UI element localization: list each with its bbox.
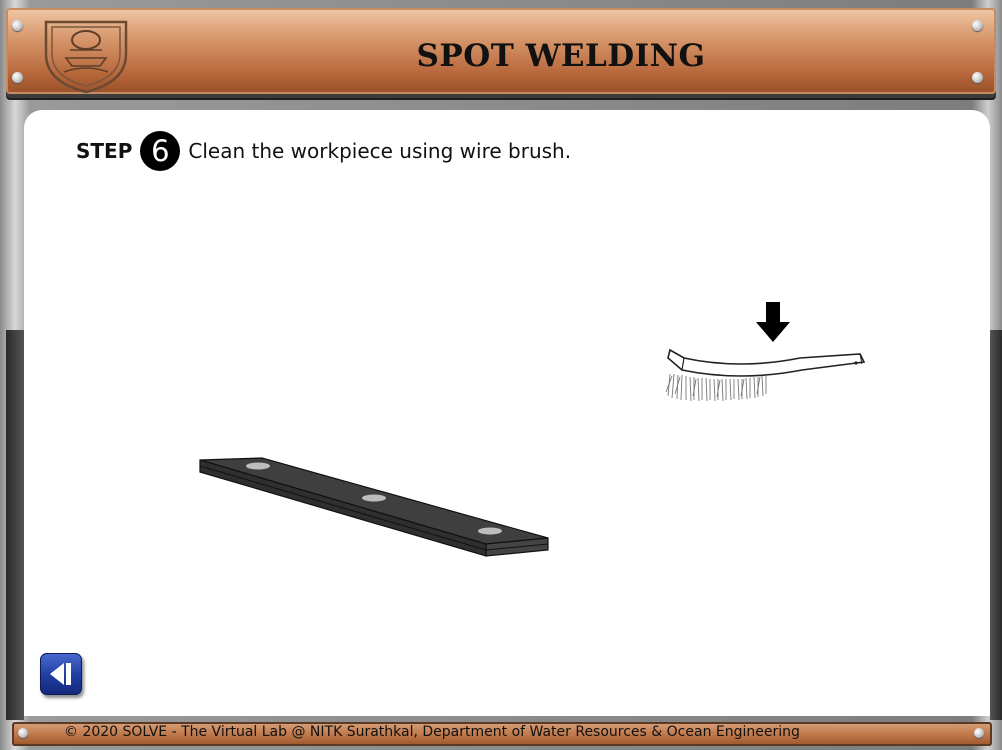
step-instruction: STEP 6 Clean the workpiece using wire br…: [76, 130, 571, 172]
step-text: Clean the workpiece using wire brush.: [188, 139, 572, 163]
rivet-icon: [974, 728, 984, 738]
footer-bar: © 2020 SOLVE - The Virtual Lab @ NITK Su…: [12, 722, 992, 746]
rivet-icon: [18, 728, 28, 738]
rivet-icon: [12, 20, 23, 31]
panel-edge-right: [990, 330, 1002, 720]
header-bar: SPOT WELDING: [6, 8, 996, 94]
page-title: SPOT WELDING: [416, 38, 706, 74]
panel-edge-left: [6, 330, 24, 720]
content-panel: [24, 110, 990, 716]
footer-copyright: © 2020 SOLVE - The Virtual Lab @ NITK Su…: [64, 724, 800, 740]
workpiece-strip-icon[interactable]: [196, 452, 556, 568]
back-button[interactable]: [40, 653, 82, 695]
rivet-icon: [972, 20, 983, 31]
back-icon: [50, 663, 71, 685]
wire-brush-icon[interactable]: [660, 344, 870, 408]
down-arrow-icon: [756, 302, 790, 342]
step-number-badge: 6: [140, 131, 181, 171]
step-label: STEP: [76, 139, 133, 163]
